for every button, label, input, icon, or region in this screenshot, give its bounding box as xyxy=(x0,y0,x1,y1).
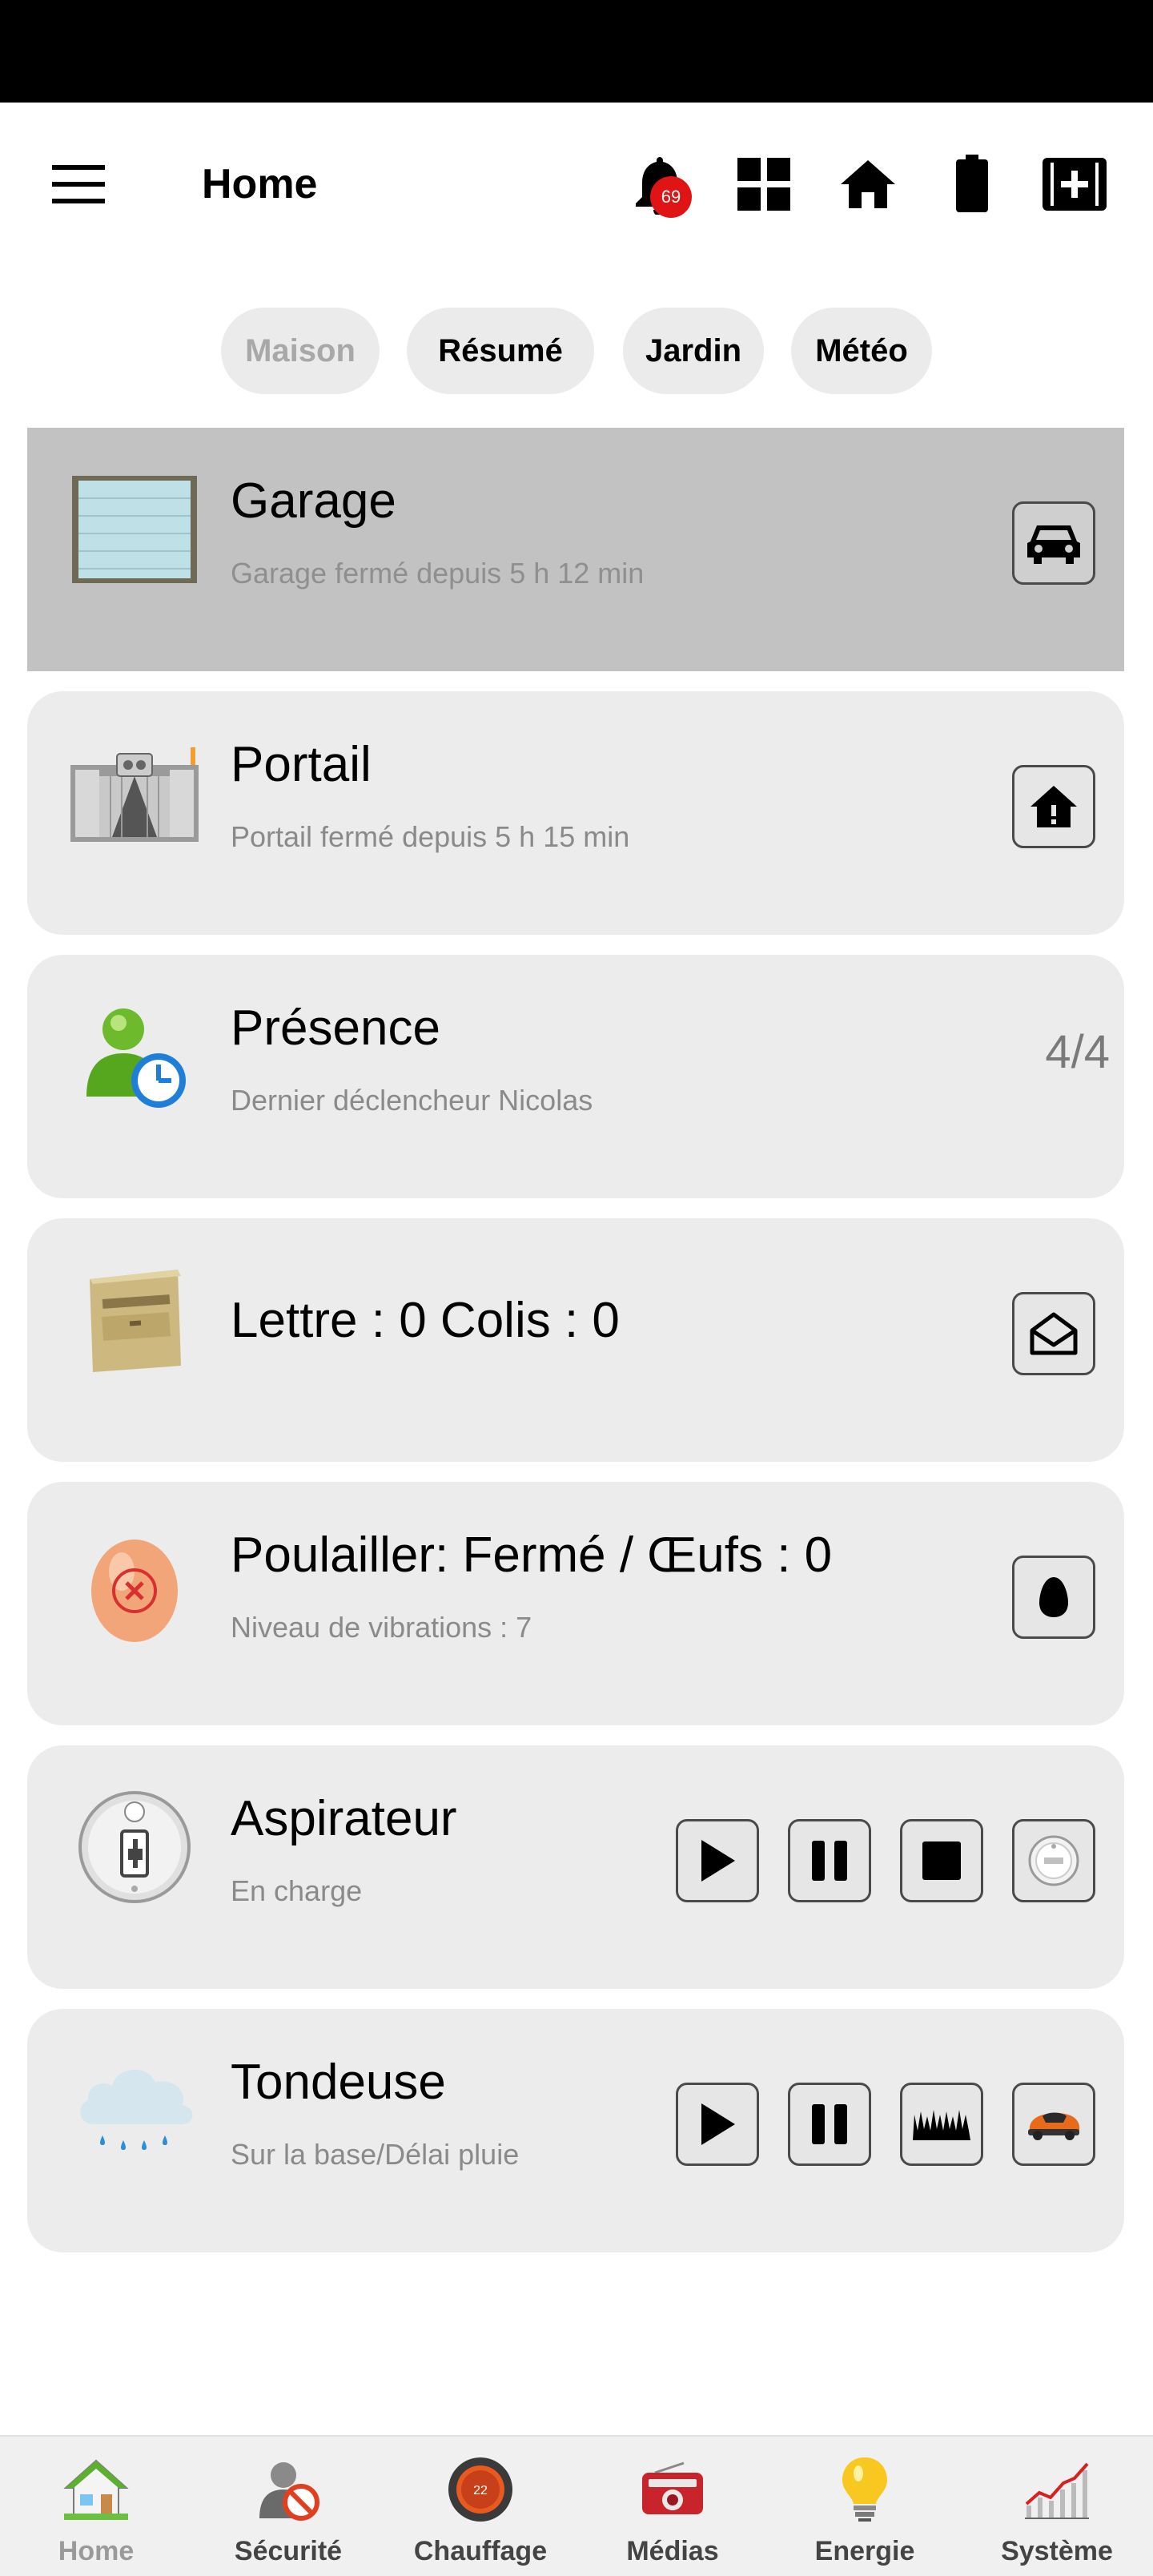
card-title: Portail xyxy=(231,737,372,792)
lightbulb-icon xyxy=(826,2451,903,2528)
house-icon xyxy=(58,2451,135,2528)
home-icon xyxy=(841,160,895,208)
nav-home[interactable]: Home xyxy=(0,2437,192,2576)
rain-cloud-icon xyxy=(70,2051,199,2171)
nav-label: Home xyxy=(58,2536,135,2566)
tondeuse-grass-button[interactable] xyxy=(900,2083,983,2166)
robot-mower-icon xyxy=(1028,2112,1080,2140)
gate-icon xyxy=(70,733,199,853)
card-title: Lettre : 0 Colis : 0 xyxy=(231,1293,620,1348)
nav-chauffage[interactable]: 22 Chauffage xyxy=(384,2437,576,2576)
aspirateur-stop-button[interactable] xyxy=(900,1819,983,1902)
nav-label: Sécurité xyxy=(234,2536,343,2566)
nav-label: Energie xyxy=(814,2536,915,2566)
house-alert-icon xyxy=(1030,786,1077,827)
nav-medias[interactable]: Médias xyxy=(576,2437,769,2576)
status-bar xyxy=(0,0,1153,103)
garage-card[interactable]: Garage Garage fermé depuis 5 h 12 min xyxy=(27,428,1124,671)
stop-icon xyxy=(922,1841,961,1880)
app-bar: Home 69 xyxy=(0,103,1153,263)
nav-energie[interactable]: Energie xyxy=(769,2437,961,2576)
card-subtitle: Niveau de vibrations : 7 xyxy=(231,1611,532,1644)
card-subtitle: Sur la base/Délai pluie xyxy=(231,2138,520,2171)
tab-jardin[interactable]: Jardin xyxy=(623,308,764,394)
envelope-open-icon xyxy=(1030,1312,1078,1355)
pause-icon xyxy=(812,2104,847,2144)
egg-button-icon xyxy=(1039,1577,1068,1617)
home-button[interactable] xyxy=(833,149,903,219)
person-clock-icon xyxy=(70,996,199,1117)
security-icon xyxy=(250,2451,327,2528)
bottom-navigation: Home Sécurité 22 Chauffage Médias Energi… xyxy=(0,2435,1153,2576)
garage-door-icon xyxy=(70,469,199,590)
garage-action-button[interactable] xyxy=(1012,501,1095,585)
notification-badge: 69 xyxy=(650,176,692,218)
radio-icon xyxy=(634,2451,711,2528)
notifications-button[interactable]: 69 xyxy=(625,149,695,219)
egg-icon xyxy=(70,1523,199,1644)
presence-count: 4/4 xyxy=(1045,1026,1110,1078)
thermostat-icon: 22 xyxy=(442,2451,519,2528)
aspirateur-card[interactable]: Aspirateur En charge xyxy=(27,1745,1124,1989)
card-subtitle: Garage fermé depuis 5 h 12 min xyxy=(231,557,645,590)
mailbox-icon xyxy=(70,1260,199,1380)
medical-kit-icon xyxy=(1043,158,1107,211)
battery-icon xyxy=(956,155,988,212)
poulailler-action-button[interactable] xyxy=(1012,1556,1095,1639)
nav-securite[interactable]: Sécurité xyxy=(192,2437,384,2576)
menu-icon xyxy=(52,165,105,203)
tab-resume[interactable]: Résumé xyxy=(407,308,594,394)
medical-button[interactable] xyxy=(1039,149,1110,219)
mailbox-card[interactable]: Lettre : 0 Colis : 0 xyxy=(27,1218,1124,1462)
vacuum-charging-icon xyxy=(70,1787,199,1907)
nav-label: Chauffage xyxy=(413,2536,548,2566)
robot-vacuum-icon xyxy=(1028,1835,1079,1886)
tondeuse-pause-button[interactable] xyxy=(788,2083,871,2166)
card-subtitle: En charge xyxy=(231,1874,363,1907)
tab-meteo[interactable]: Météo xyxy=(791,308,932,394)
grass-icon xyxy=(913,2110,970,2140)
card-title: Présence xyxy=(231,1000,440,1056)
aspirateur-pause-button[interactable] xyxy=(788,1819,871,1902)
thermostat-value: 22 xyxy=(473,2484,488,2498)
portail-action-button[interactable] xyxy=(1012,765,1095,848)
card-title: Garage xyxy=(231,473,396,529)
pause-icon xyxy=(812,1841,847,1881)
tondeuse-play-button[interactable] xyxy=(676,2083,759,2166)
card-subtitle: Portail fermé depuis 5 h 15 min xyxy=(231,820,630,853)
poulailler-card[interactable]: Poulailler: Fermé / Œufs : 0 Niveau de v… xyxy=(27,1482,1124,1725)
tab-maison[interactable]: Maison xyxy=(221,308,380,394)
chart-icon xyxy=(1018,2451,1095,2528)
tondeuse-card[interactable]: Tondeuse Sur la base/Délai pluie xyxy=(27,2009,1124,2252)
grid-icon xyxy=(737,158,790,211)
card-subtitle: Dernier déclencheur Nicolas xyxy=(231,1084,593,1117)
tab-bar: Maison Résumé Jardin Météo xyxy=(0,308,1153,394)
aspirateur-play-button[interactable] xyxy=(676,1819,759,1902)
play-icon xyxy=(701,1840,735,1882)
mail-action-button[interactable] xyxy=(1012,1292,1095,1375)
grid-button[interactable] xyxy=(729,149,799,219)
menu-button[interactable] xyxy=(45,151,112,218)
nav-label: Médias xyxy=(626,2536,719,2566)
aspirateur-robot-button[interactable] xyxy=(1012,1819,1095,1902)
page-title: Home xyxy=(202,161,318,207)
play-icon xyxy=(701,2103,735,2145)
card-title: Tondeuse xyxy=(231,2055,446,2110)
car-icon xyxy=(1027,525,1080,564)
card-title: Aspirateur xyxy=(231,1791,457,1846)
tondeuse-robot-button[interactable] xyxy=(1012,2083,1095,2166)
portail-card[interactable]: Portail Portail fermé depuis 5 h 15 min xyxy=(27,691,1124,935)
nav-systeme[interactable]: Système xyxy=(961,2437,1153,2576)
presence-card[interactable]: Présence Dernier déclencheur Nicolas 4/4 xyxy=(27,955,1124,1198)
card-title: Poulailler: Fermé / Œufs : 0 xyxy=(231,1527,833,1583)
nav-label: Système xyxy=(1001,2536,1113,2566)
battery-button[interactable] xyxy=(937,149,1007,219)
